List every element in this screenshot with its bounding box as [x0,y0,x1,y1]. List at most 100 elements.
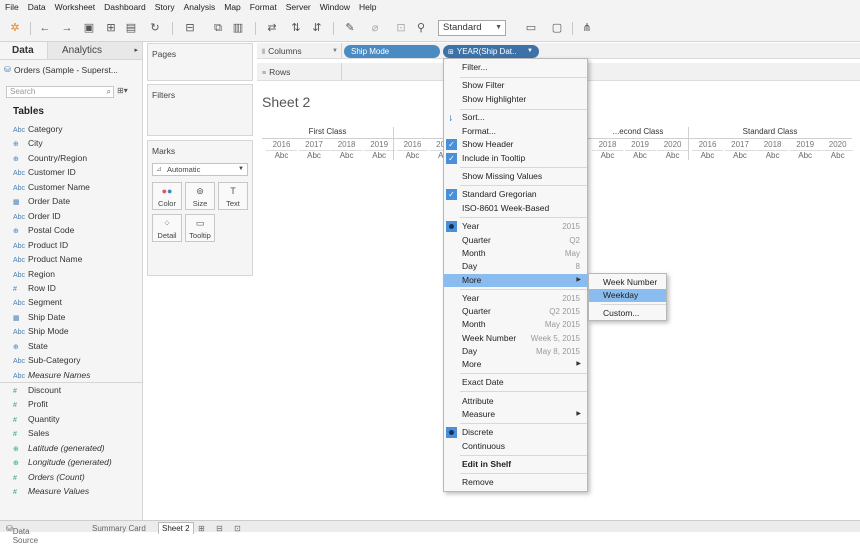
menu-item-year-continuous[interactable]: Year 2015 [444,292,587,305]
ship-mode-header[interactable]: Standard Class [688,127,852,139]
menu-dashboard[interactable]: Dashboard [104,2,146,12]
highlight-icon[interactable]: ✎ [343,21,357,35]
menu-item-filter[interactable]: Filter... [444,61,587,74]
group-icon[interactable]: ⌀ [368,21,382,35]
dimension-field[interactable]: Abc Category [13,122,63,136]
clear-sheet-icon[interactable]: ▥ [231,21,245,35]
dimension-field[interactable]: Abc Order ID [13,209,61,223]
menu-map[interactable]: Map [224,2,241,12]
submenu-item-week-number[interactable]: Week Number [589,276,666,289]
measure-field[interactable]: # Measure Values [13,484,89,498]
menu-item-iso-week[interactable]: ISO-8601 Week-Based [444,202,587,215]
dimension-field[interactable]: ▦ Order Date [13,194,70,208]
dimension-field[interactable]: ⊕ Postal Code [13,223,74,237]
tableau-logo-icon[interactable]: ✲ [8,21,22,35]
table-cell[interactable]: Abc [724,150,756,160]
table-cell[interactable]: Abc [397,150,428,160]
menu-item-show-highlighter[interactable]: Show Highlighter [444,93,587,106]
dimension-field[interactable]: # Row ID [13,281,56,295]
redo-icon[interactable]: → [60,21,74,35]
ship-mode-pill[interactable]: Ship Mode [344,45,440,58]
menu-worksheet[interactable]: Worksheet [55,2,95,12]
year-header[interactable]: 2019 [790,139,821,150]
menu-format[interactable]: Format [250,2,277,12]
dimension-field[interactable]: ⊕ State [13,339,48,353]
menu-item-week-number-continuous[interactable]: Week Number Week 5, 2015 [444,332,587,345]
measure-field[interactable]: # Sales [13,426,49,440]
menu-item-day-continuous[interactable]: Day May 8, 2015 [444,345,587,358]
duplicate-sheet-icon[interactable]: ⧉ [211,21,225,35]
measure-field[interactable]: # Orders (Count) [13,470,85,484]
year-header[interactable]: 2020 [657,139,688,150]
sort-descending-icon[interactable]: ⇵ [310,21,324,35]
year-header[interactable]: 2017 [299,139,330,150]
ship-mode-header[interactable]: First Class [262,127,393,139]
data-source-item[interactable]: ⛁ Orders (Sample - Superst... [0,60,142,80]
menu-item-month-continuous[interactable]: Month May 2015 [444,318,587,331]
measure-field[interactable]: # Profit [13,397,48,411]
pin-icon[interactable]: ⚲ [414,21,428,35]
table-cell[interactable]: Abc [298,150,330,160]
table-cell[interactable]: Abc [757,150,789,160]
menu-file[interactable]: File [5,2,19,12]
table-cell[interactable]: Abc [592,150,623,160]
collapse-icon[interactable]: ▸ [134,42,138,60]
dimension-field[interactable]: Abc Product ID [13,238,68,252]
pill-dropdown-icon[interactable]: ▼ [527,45,533,58]
menu-item-remove[interactable]: Remove [444,476,587,489]
year-ship-date-pill[interactable]: ⊞ YEAR(Ship Dat.. ▼ [443,45,539,58]
menu-item-quarter-discrete[interactable]: Quarter Q2 [444,234,587,247]
year-header[interactable]: 2016 [692,139,723,150]
ship-mode-header[interactable]: ...econd Class [588,127,688,139]
table-cell[interactable]: Abc [266,150,297,160]
size-button[interactable]: ⊚ Size [185,182,215,210]
year-header[interactable]: 2018 [592,139,623,150]
menu-analysis[interactable]: Analysis [184,2,216,12]
sheet-title[interactable]: Sheet 2 [262,94,310,110]
table-cell[interactable]: Abc [657,150,689,160]
table-cell[interactable]: Abc [363,150,395,160]
tooltip-button[interactable]: ▭ Tooltip [185,214,215,242]
save-icon[interactable]: ▣ [82,21,96,35]
undo-icon[interactable]: ← [38,21,52,35]
pages-card[interactable]: Pages [147,43,253,81]
menu-item-day-discrete[interactable]: Day 8 [444,260,587,273]
year-header[interactable]: 2019 [364,139,395,150]
fit-select[interactable]: Standard ▼ [438,20,506,36]
menu-data[interactable]: Data [28,2,46,12]
menu-item-include-tooltip[interactable]: ✓ Include in Tooltip [444,152,587,165]
year-header[interactable]: 2020 [822,139,853,150]
menu-story[interactable]: Story [155,2,175,12]
paste-icon[interactable]: ▤ [124,21,138,35]
dimension-field[interactable]: Abc Product Name [13,252,82,266]
menu-item-continuous[interactable]: Continuous [444,440,587,453]
share-icon[interactable]: ⋔ [580,21,594,35]
detail-button[interactable]: ⁘ Detail [152,214,182,242]
swap-icon[interactable]: ⇄ [265,21,279,35]
menu-item-standard-gregorian[interactable]: ✓ Standard Gregorian [444,188,587,201]
menu-item-edit-in-shelf[interactable]: Edit in Shelf [444,458,587,471]
measure-field[interactable]: # Quantity [13,412,60,426]
menu-item-sort[interactable]: ⇂ Sort... [444,111,587,124]
year-header[interactable]: 2016 [397,139,428,150]
text-button[interactable]: T Text [218,182,248,210]
search-input[interactable]: Search ⌕ [6,86,114,98]
table-cell[interactable]: Abc [692,150,723,160]
dimension-field[interactable]: Abc Customer ID [13,165,76,179]
year-header[interactable]: 2016 [266,139,297,150]
menu-item-exact-date[interactable]: Exact Date [444,376,587,389]
sort-ascending-icon[interactable]: ⇅ [289,21,303,35]
filters-card[interactable]: Filters [147,84,253,136]
menu-item-show-filter[interactable]: Show Filter [444,79,587,92]
year-header[interactable]: 2019 [625,139,656,150]
measure-field[interactable]: ⊕ Longitude (generated) [13,455,112,469]
menu-help[interactable]: Help [359,2,376,12]
show-cards-icon[interactable]: ▭ [524,21,538,35]
menu-item-year-discrete[interactable]: Year 2015 [444,220,587,233]
dimension-field[interactable]: ⊕ City [13,136,43,150]
dimension-field[interactable]: Abc Ship Mode [13,324,69,338]
mark-type-select[interactable]: ⊿ Automatic ▼ [152,163,248,176]
menu-item-format[interactable]: Format... [444,125,587,138]
refresh-icon[interactable]: ↻ [148,21,162,35]
menu-server[interactable]: Server [286,2,311,12]
